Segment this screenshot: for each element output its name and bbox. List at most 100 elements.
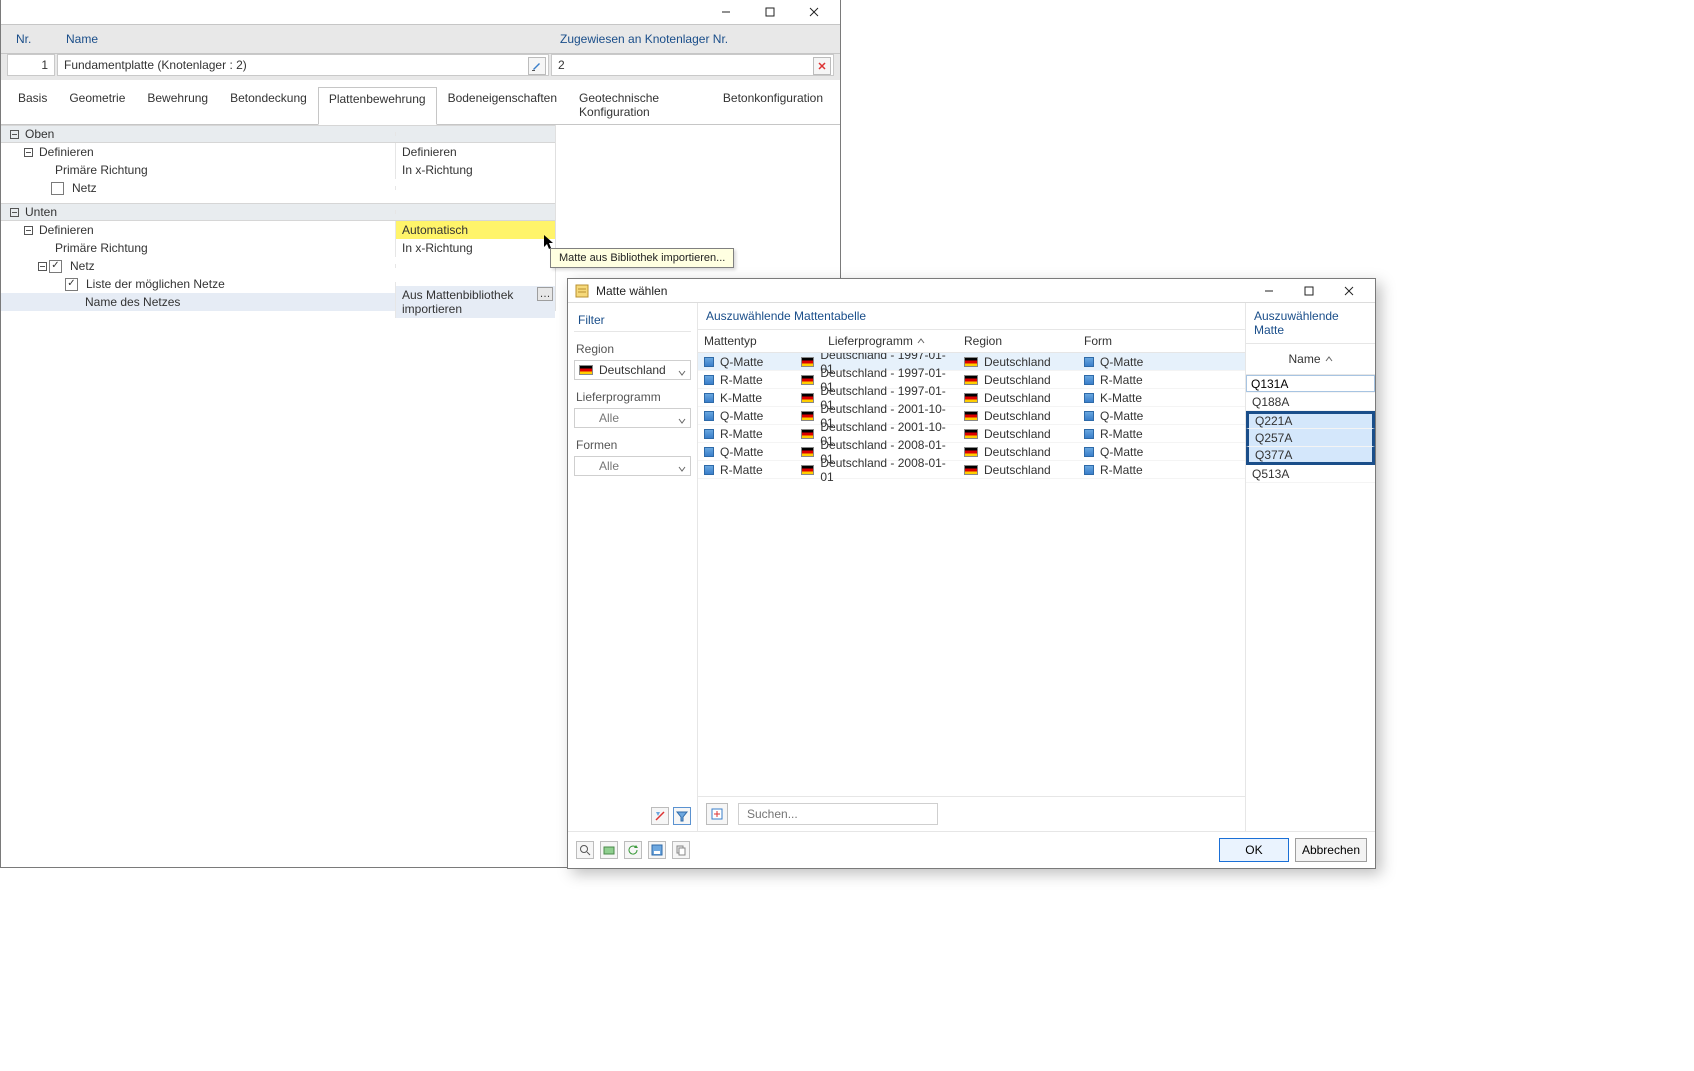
- dialog-close-button[interactable]: [1329, 281, 1369, 301]
- mesh-icon: [704, 375, 714, 385]
- filter-region-label: Region: [576, 342, 689, 356]
- filter-apply-button[interactable]: [673, 807, 691, 825]
- row-oben-define[interactable]: Definieren Definieren: [1, 143, 555, 161]
- tab-betonkonfiguration[interactable]: Betonkonfiguration: [712, 86, 834, 124]
- edit-name-icon[interactable]: [528, 57, 546, 75]
- checkbox-unten-netz[interactable]: [49, 260, 62, 273]
- tab-bewehrung[interactable]: Bewehrung: [136, 86, 219, 124]
- footer-save-icon[interactable]: [648, 841, 666, 859]
- th-program[interactable]: Lieferprogramm: [795, 330, 958, 352]
- search-field[interactable]: [745, 806, 931, 822]
- dialog-minimize-button[interactable]: [1249, 281, 1289, 301]
- row-unten-namerow[interactable]: Name des Netzes Aus Mattenbibliothek imp…: [1, 293, 555, 311]
- chevron-down-icon: [678, 462, 686, 476]
- row-unten-define[interactable]: Definieren Automatisch: [1, 221, 555, 239]
- table-row[interactable]: R-MatteDeutschland - 2001-10-01Deutschla…: [698, 425, 1245, 443]
- table-row[interactable]: K-MatteDeutschland - 1997-01-01Deutschla…: [698, 389, 1245, 407]
- close-button[interactable]: [792, 2, 836, 22]
- header-assigned: Zugewiesen an Knotenlager Nr.: [551, 27, 834, 51]
- table-row[interactable]: Q-MatteDeutschland - 2001-10-01Deutschla…: [698, 407, 1245, 425]
- table-heading: Auszuwählende Mattentabelle: [698, 303, 1245, 330]
- table-row[interactable]: Q-MatteDeutschland - 1997-01-01Deutschla…: [698, 353, 1245, 371]
- search-input[interactable]: [738, 803, 938, 825]
- names-rows: Q188AQ221AQ257AQ377AQ513A: [1246, 375, 1375, 831]
- twisty-icon[interactable]: [7, 130, 21, 139]
- dialog-maximize-button[interactable]: [1289, 281, 1329, 301]
- row-oben-dir-value[interactable]: In x-Richtung: [395, 161, 555, 179]
- checkbox-oben-netz[interactable]: [51, 182, 64, 195]
- row-oben-define-label: Definieren: [35, 145, 395, 159]
- filter-form-combo[interactable]: Alle: [574, 456, 691, 476]
- import-ellipsis-button[interactable]: [537, 287, 553, 301]
- filter-panel: Filter Region Deutschland Lieferprogramm…: [568, 303, 698, 831]
- th-region[interactable]: Region: [958, 330, 1078, 352]
- flag-icon: [801, 465, 814, 475]
- row-oben-define-value[interactable]: Definieren: [395, 143, 555, 161]
- twisty-icon[interactable]: [21, 226, 35, 235]
- row-unten-netz-label: Netz: [66, 259, 395, 273]
- cancel-button[interactable]: Abbrechen: [1295, 838, 1367, 862]
- mesh-icon: [1084, 447, 1094, 457]
- names-row[interactable]: Q513A: [1246, 465, 1375, 483]
- tab-plattenbewehrung[interactable]: Plattenbewehrung: [318, 87, 437, 125]
- names-row[interactable]: Q221A: [1246, 411, 1375, 429]
- ok-button[interactable]: OK: [1219, 838, 1289, 862]
- th-program-label: Lieferprogramm: [828, 334, 913, 348]
- footer-copy-icon[interactable]: [672, 841, 690, 859]
- row-unten-direction[interactable]: Primäre Richtung In x-Richtung: [1, 239, 555, 257]
- footer-zoom-icon[interactable]: [576, 841, 594, 859]
- row-unten-define-label: Definieren: [35, 223, 395, 237]
- row-unten-define-value[interactable]: Automatisch: [395, 221, 555, 239]
- row-unten-list-label: Liste der möglichen Netze: [82, 277, 395, 291]
- filter-program-combo[interactable]: Alle: [574, 408, 691, 428]
- tab-bodeneigenschaften[interactable]: Bodeneigenschaften: [437, 86, 568, 124]
- table-rows: Q-MatteDeutschland - 1997-01-01Deutschla…: [698, 353, 1245, 796]
- table-row[interactable]: R-MatteDeutschland - 1997-01-01Deutschla…: [698, 371, 1245, 389]
- footer-refresh-icon[interactable]: [624, 841, 642, 859]
- mesh-icon: [704, 429, 714, 439]
- table-row[interactable]: R-MatteDeutschland - 2008-01-01Deutschla…: [698, 461, 1245, 479]
- twisty-icon[interactable]: [21, 148, 35, 157]
- value-name[interactable]: Fundamentplatte (Knotenlager : 2): [57, 54, 549, 76]
- value-assigned[interactable]: 2: [551, 54, 834, 76]
- maximize-button[interactable]: [748, 2, 792, 22]
- row-oben-direction[interactable]: Primäre Richtung In x-Richtung: [1, 161, 555, 179]
- tab-geometrie[interactable]: Geometrie: [58, 86, 136, 124]
- search-action-icon[interactable]: [706, 803, 728, 825]
- twisty-icon[interactable]: [35, 262, 49, 271]
- th-name[interactable]: Name: [1252, 348, 1369, 370]
- th-type[interactable]: Mattentyp: [698, 330, 795, 352]
- th-form[interactable]: Form: [1078, 330, 1228, 352]
- filter-heading: Filter: [574, 309, 691, 332]
- names-row[interactable]: Q257A: [1246, 429, 1375, 447]
- flag-icon: [964, 429, 978, 439]
- section-oben-label: Oben: [21, 127, 395, 141]
- section-unten[interactable]: Unten: [1, 203, 555, 221]
- section-oben[interactable]: Oben: [1, 125, 555, 143]
- footer-library-icon[interactable]: [600, 841, 618, 859]
- th-name-label: Name: [1288, 352, 1320, 366]
- tab-basis[interactable]: Basis: [7, 86, 58, 124]
- names-row[interactable]: Q377A: [1246, 447, 1375, 465]
- filter-clear-button[interactable]: [651, 807, 669, 825]
- tab-geotechnische-konfiguration[interactable]: Geotechnische Konfiguration: [568, 86, 712, 124]
- flag-icon: [964, 393, 978, 403]
- value-nr[interactable]: 1: [7, 54, 55, 76]
- tab-betondeckung[interactable]: Betondeckung: [219, 86, 318, 124]
- row-unten-netz[interactable]: Netz: [1, 257, 555, 275]
- clear-assigned-icon[interactable]: [813, 57, 831, 75]
- filter-region-combo[interactable]: Deutschland: [574, 360, 691, 380]
- row-unten-namerow-label: Name des Netzes: [81, 295, 395, 309]
- names-input[interactable]: [1246, 375, 1375, 392]
- twisty-icon[interactable]: [7, 208, 21, 217]
- table-row[interactable]: Q-MatteDeutschland - 2008-01-01Deutschla…: [698, 443, 1245, 461]
- names-input-row[interactable]: [1246, 375, 1375, 393]
- row-unten-namerow-value[interactable]: Aus Mattenbibliothek importieren: [395, 286, 555, 318]
- row-unten-dir-value[interactable]: In x-Richtung: [395, 239, 555, 257]
- checkbox-unten-list[interactable]: [65, 278, 78, 291]
- names-row[interactable]: Q188A: [1246, 393, 1375, 411]
- content-left: Oben Definieren Definieren Primäre Richt…: [1, 125, 556, 311]
- flag-icon: [964, 357, 978, 367]
- row-oben-netz[interactable]: Netz: [1, 179, 555, 197]
- minimize-button[interactable]: [704, 2, 748, 22]
